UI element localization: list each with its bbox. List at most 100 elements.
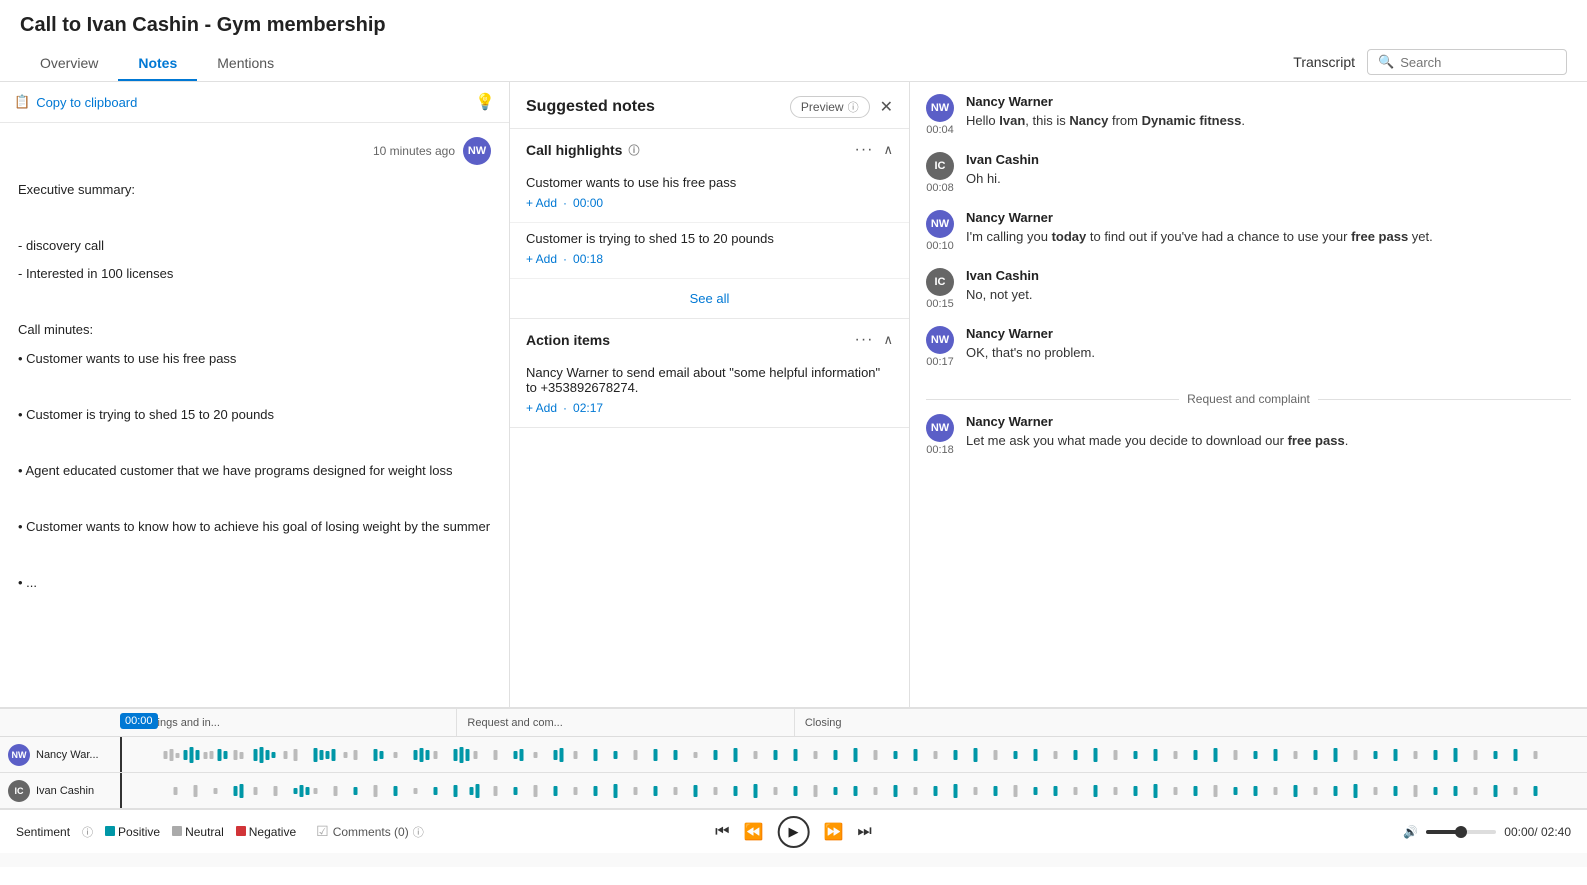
transcript-time: 00:17 [926, 356, 954, 368]
track-name: Nancy War... [36, 749, 99, 761]
transcript-entry: NW 00:18 Nancy Warner Let me ask you wha… [926, 414, 1571, 456]
avatar: NW [926, 414, 954, 442]
copy-to-clipboard-button[interactable]: 📋 Copy to clipboard [14, 94, 137, 110]
left-panel: 📋 Copy to clipboard 💡 10 minutes ago NW … [0, 82, 510, 707]
section-divider: Request and complaint [926, 392, 1571, 406]
sentiment-label: Sentiment [16, 825, 70, 839]
avatar: NW [926, 210, 954, 238]
comments-label: Comments (0) [333, 825, 409, 839]
suggested-notes-panel: Suggested notes Preview ⓘ ✕ Call highlig… [510, 82, 910, 707]
transcript-time: 00:08 [926, 182, 954, 194]
add-highlight-1-button[interactable]: + Add [526, 196, 557, 210]
transcript-text: Let me ask you what made you decide to d… [966, 431, 1571, 451]
transcript-text: Hello Ivan, this is Nancy from Dynamic f… [966, 111, 1571, 131]
rewind-button[interactable]: ⏪ [744, 822, 764, 842]
transcript-text: Oh hi. [966, 169, 1571, 189]
transcript-text: No, not yet. [966, 285, 1571, 305]
transcript-speaker: Ivan Cashin [966, 152, 1571, 167]
transcript-speaker: Nancy Warner [966, 210, 1571, 225]
avatar: NW [8, 744, 30, 766]
tab-overview[interactable]: Overview [20, 45, 118, 81]
close-button[interactable]: ✕ [880, 97, 893, 117]
play-button[interactable]: ▶ [778, 816, 810, 848]
volume-slider[interactable] [1426, 830, 1496, 834]
sentiment-info-icon: ⓘ [82, 824, 93, 840]
action-items-section: Action items ··· ∧ Nancy Warner to send … [510, 319, 909, 428]
transcript-entry: IC 00:15 Ivan Cashin No, not yet. [926, 268, 1571, 310]
lightbulb-icon: 💡 [475, 92, 495, 112]
skip-to-end-button[interactable]: ⏭ [857, 823, 871, 841]
track-name: Ivan Cashin [36, 785, 94, 797]
transcript-time: 00:10 [926, 240, 954, 252]
action-item-1: Nancy Warner to send email about "some h… [510, 357, 909, 427]
transcript-entry: NW 00:04 Nancy Warner Hello Ivan, this i… [926, 94, 1571, 136]
call-highlights-info-icon: ⓘ [628, 142, 639, 158]
page-title: Call to Ivan Cashin - Gym membership [0, 0, 1587, 45]
action-time-1[interactable]: 02:17 [573, 401, 603, 415]
checkbox-icon: ☑ [316, 823, 329, 840]
transcript-speaker: Nancy Warner [966, 94, 1571, 109]
highlight-time-1[interactable]: 00:00 [573, 196, 603, 210]
transcript-text: OK, that's no problem. [966, 343, 1571, 363]
avatar: IC [926, 268, 954, 296]
call-highlights-more-button[interactable]: ··· [855, 141, 874, 159]
tabs-bar: Overview Notes Mentions Transcript 🔍 [0, 45, 1587, 82]
add-action-1-button[interactable]: + Add [526, 401, 557, 415]
transcript-time: 00:18 [926, 444, 954, 456]
transcript-label: Transcript [1293, 54, 1355, 70]
positive-indicator: Positive [105, 825, 160, 839]
action-item-text-1: Nancy Warner to send email about "some h… [526, 365, 893, 395]
timeline-segment-3: Closing [795, 709, 1587, 736]
see-all-button[interactable]: See all [510, 279, 909, 318]
avatar: NW [926, 326, 954, 354]
skip-to-start-button[interactable]: ⏮ [715, 823, 729, 841]
transcript-text: I'm calling you today to find out if you… [966, 227, 1571, 247]
bottom-controls-bar: Sentiment ⓘ Positive Neutral Negative ☑ … [0, 809, 1587, 853]
transcript-speaker: Nancy Warner [966, 326, 1571, 341]
transcript-entry: NW 00:17 Nancy Warner OK, that's no prob… [926, 326, 1571, 368]
call-highlights-collapse-button[interactable]: ∧ [883, 142, 893, 158]
transcript-time: 00:15 [926, 298, 954, 310]
search-box[interactable]: 🔍 [1367, 49, 1567, 75]
highlight-item-1: Customer wants to use his free pass + Ad… [510, 167, 909, 223]
timeline-section: 00:00 Greetings and in... Request and co… [0, 707, 1587, 867]
call-highlights-title: Call highlights [526, 142, 622, 158]
volume-icon: 🔊 [1403, 825, 1418, 839]
transcript-speaker: Ivan Cashin [966, 268, 1571, 283]
fast-forward-button[interactable]: ⏩ [824, 822, 844, 842]
tab-notes[interactable]: Notes [118, 45, 197, 81]
highlight-time-2[interactable]: 00:18 [573, 252, 603, 266]
suggested-notes-title: Suggested notes [526, 98, 655, 116]
notes-content: Executive summary: - discovery call - In… [18, 179, 491, 594]
copy-icon: 📋 [14, 94, 30, 110]
playback-controls: ⏮ ⏪ ▶ ⏩ ⏭ [715, 816, 872, 848]
action-items-collapse-button[interactable]: ∧ [883, 332, 893, 348]
action-items-title: Action items [526, 332, 610, 348]
tab-mentions[interactable]: Mentions [197, 45, 294, 81]
highlight-text-1: Customer wants to use his free pass [526, 175, 893, 190]
time-display: 00:00/ 02:40 [1504, 825, 1571, 839]
timeline-segment-1: Greetings and in... [120, 709, 457, 736]
call-highlights-section: Call highlights ⓘ ··· ∧ Customer wants t… [510, 129, 909, 319]
add-highlight-2-button[interactable]: + Add [526, 252, 557, 266]
search-icon: 🔍 [1378, 54, 1394, 70]
transcript-time: 00:04 [926, 124, 954, 136]
preview-badge[interactable]: Preview ⓘ [790, 96, 870, 118]
timeline-track-ivan: IC Ivan Cashin [0, 773, 1587, 809]
highlight-item-2: Customer is trying to shed 15 to 20 poun… [510, 223, 909, 279]
search-input[interactable] [1400, 55, 1556, 70]
transcript-speaker: Nancy Warner [966, 414, 1571, 429]
timestamp: 10 minutes ago [373, 144, 455, 158]
avatar: NW [926, 94, 954, 122]
timeline-track-nancy: NW Nancy War... [0, 737, 1587, 773]
playhead-label: 00:00 [120, 713, 158, 729]
avatar: IC [8, 780, 30, 802]
neutral-indicator: Neutral [172, 825, 224, 839]
avatar: IC [926, 152, 954, 180]
transcript-entry: NW 00:10 Nancy Warner I'm calling you to… [926, 210, 1571, 252]
highlight-text-2: Customer is trying to shed 15 to 20 poun… [526, 231, 893, 246]
avatar: NW [463, 137, 491, 165]
negative-indicator: Negative [236, 825, 296, 839]
action-items-more-button[interactable]: ··· [855, 331, 874, 349]
comments-info-icon: ⓘ [413, 824, 424, 840]
